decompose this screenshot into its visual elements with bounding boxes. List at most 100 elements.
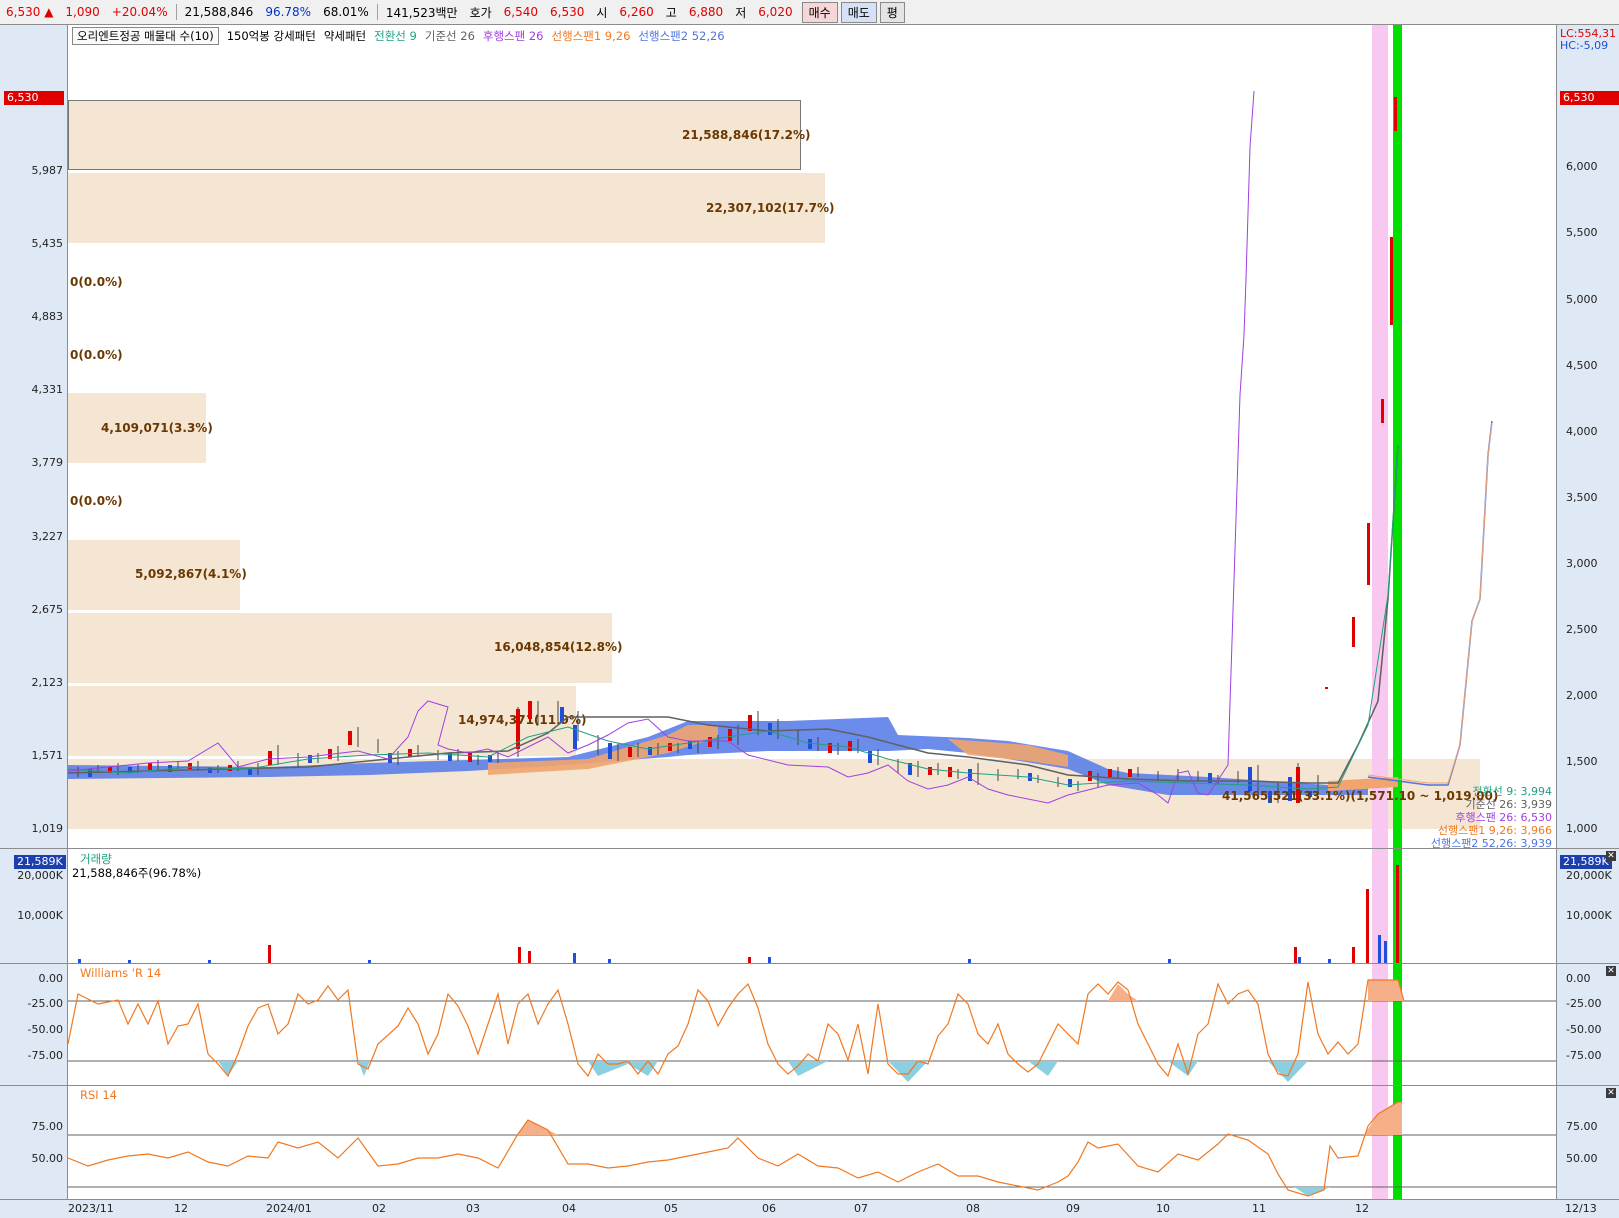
volume-value: 21,588,846주(96.78%) (72, 866, 202, 880)
y-tick: 1,000 (1566, 822, 1598, 835)
x-tick: 08 (966, 1202, 980, 1215)
y-tick: 1,019 (31, 822, 64, 835)
x-tick: 02 (372, 1202, 386, 1215)
y-tick: -75.00 (1566, 1049, 1602, 1062)
y-tick: 6,000 (1566, 160, 1598, 173)
x-tick: 03 (466, 1202, 480, 1215)
y-tick: 5,500 (1566, 226, 1598, 239)
change-amount: 1,090 (65, 5, 100, 19)
close-icon[interactable]: ✕ (1606, 851, 1616, 861)
rsi-chart-svg[interactable] (68, 1086, 1556, 1200)
current-price-tag-left: 6,530 (4, 91, 64, 105)
y-tick: 4,000 (1566, 425, 1598, 438)
y-tick: 1,500 (1566, 755, 1598, 768)
x-tick: 05 (664, 1202, 678, 1215)
williams-pane[interactable]: 0.00 -25.00 -50.00 -75.00 Williams 'R 14… (0, 963, 1619, 1086)
legend-bull-pattern: 150억봉 강세패턴 (226, 29, 316, 43)
x-tick: 12 (174, 1202, 188, 1215)
legend-bear-pattern: 약세패턴 (323, 29, 367, 43)
legend-chikou: 후행스팬 26 (482, 29, 544, 43)
y-tick: -50.00 (27, 1023, 63, 1036)
close-icon[interactable]: ✕ (1606, 1088, 1616, 1098)
change-percent: +20.04% (111, 5, 168, 19)
hoga-label: 호가 (469, 5, 492, 20)
price-chart-svg[interactable] (68, 25, 1556, 849)
right-price-axis[interactable]: LC:554,31 HC:-5,09 6,530 6,000 5,500 5,0… (1556, 25, 1619, 849)
y-tick: 2,500 (1566, 623, 1598, 636)
y-tick: 75.00 (31, 1120, 64, 1133)
y-tick: 50.00 (31, 1152, 64, 1165)
high-price: 6,880 (688, 5, 724, 19)
hc-value: HC:-5,09 (1560, 39, 1609, 52)
price-pane[interactable]: 6,530 5,987 5,435 4,883 4,331 3,779 3,22… (0, 24, 1619, 850)
trade-amount: 141,523백만 (385, 5, 458, 20)
volume-chart-svg[interactable] (68, 849, 1556, 964)
y-tick: -25.00 (27, 997, 63, 1010)
rsi-axis-left[interactable]: 75.00 50.00 (0, 1086, 68, 1200)
volume-ratio: 96.78% (265, 5, 312, 19)
flat-button[interactable]: 평 (879, 1, 905, 23)
x-tick: 06 (762, 1202, 776, 1215)
rsi-pane[interactable]: 75.00 50.00 RSI 14 75.00 50.00 ✕ (0, 1085, 1619, 1200)
y-tick: 3,000 (1566, 557, 1598, 570)
y-tick: -50.00 (1566, 1023, 1602, 1036)
williams-axis-left[interactable]: 0.00 -25.00 -50.00 -75.00 (0, 964, 68, 1086)
y-tick: 3,500 (1566, 491, 1598, 504)
y-tick: 4,500 (1566, 359, 1598, 372)
y-tick: 3,227 (31, 530, 64, 543)
low-label: 저 (735, 5, 747, 20)
legend-senkou2: 선행스팬2 52,26 (638, 29, 725, 43)
volume-tag-left: 21,589K (14, 855, 66, 869)
y-tick: 10,000K (1566, 909, 1612, 922)
williams-chart-svg[interactable] (68, 964, 1556, 1086)
volume-tag-right: 21,589K (1560, 855, 1612, 869)
x-tick: 2024/01 (266, 1202, 312, 1215)
legend-kijun: 기준선 26 (424, 29, 475, 43)
y-tick: 1,571 (31, 749, 64, 762)
x-tick: 12/13 (1565, 1202, 1597, 1215)
volume-value: 21,588,846 (184, 5, 254, 19)
legend-tenkan: 전환선 9 (374, 29, 417, 43)
rsi-title: RSI 14 (80, 1088, 117, 1102)
y-tick: 3,779 (31, 456, 64, 469)
high-label: 고 (665, 5, 677, 20)
volume-pane[interactable]: 21,589K 20,000K 10,000K 거래량 21,588,846주(… (0, 848, 1619, 964)
hoga-ask: 6,540 (503, 5, 539, 19)
buy-button[interactable]: 매수 (801, 1, 838, 23)
indicator-selector[interactable]: 오리엔트정공 매물대 수(10) (72, 27, 219, 45)
left-price-axis[interactable]: 6,530 5,987 5,435 4,883 4,331 3,779 3,22… (0, 25, 68, 849)
open-label: 시 (596, 5, 608, 20)
y-tick: 4,883 (31, 310, 64, 323)
close-icon[interactable]: ✕ (1606, 966, 1616, 976)
y-tick: 2,123 (31, 676, 64, 689)
y-tick: -75.00 (27, 1049, 63, 1062)
time-axis[interactable]: 2023/11 12 2024/01 02 03 04 05 06 07 08 … (0, 1199, 1619, 1218)
y-tick: 2,675 (31, 603, 64, 616)
y-tick: 20,000K (1566, 869, 1612, 882)
legend-senkou1: 선행스팬1 9,26 (551, 29, 631, 43)
x-tick: 11 (1252, 1202, 1266, 1215)
turnover-ratio: 68.01% (323, 5, 369, 19)
y-tick: 75.00 (1566, 1120, 1598, 1133)
x-tick: 12 (1355, 1202, 1369, 1215)
williams-axis-right[interactable]: 0.00 -25.00 -50.00 -75.00 (1556, 964, 1619, 1086)
volume-profile-label: 41,565,521(33.1%)(1,571.10 ~ 1,019.00) (1222, 789, 1499, 803)
sell-button[interactable]: 매도 (840, 1, 877, 23)
hoga-bid: 6,530 (550, 5, 585, 19)
y-tick: 2,000 (1566, 689, 1598, 702)
y-tick: 0.00 (1566, 972, 1591, 985)
current-price-tag-right: 6,530 (1560, 91, 1619, 105)
x-tick: 10 (1156, 1202, 1170, 1215)
volume-axis-right[interactable]: 21,589K 20,000K 10,000K (1556, 849, 1619, 964)
open-price: 6,260 (619, 5, 654, 19)
y-tick: 0.00 (38, 972, 64, 985)
current-price: 6,530 ▲ (6, 5, 54, 19)
rsi-axis-right[interactable]: 75.00 50.00 (1556, 1086, 1619, 1200)
chart-legend: 오리엔트정공 매물대 수(10) 150억봉 강세패턴 약세패턴 전환선 9 기… (72, 27, 725, 45)
y-tick: 50.00 (1566, 1152, 1598, 1165)
y-tick: 10,000K (17, 909, 63, 922)
x-tick: 07 (854, 1202, 868, 1215)
volume-axis-left[interactable]: 21,589K 20,000K 10,000K (0, 849, 68, 964)
quote-toolbar: 6,530 ▲ 1,090 +20.04% 21,588,846 96.78% … (0, 0, 1619, 25)
y-tick: -25.00 (1566, 997, 1602, 1010)
